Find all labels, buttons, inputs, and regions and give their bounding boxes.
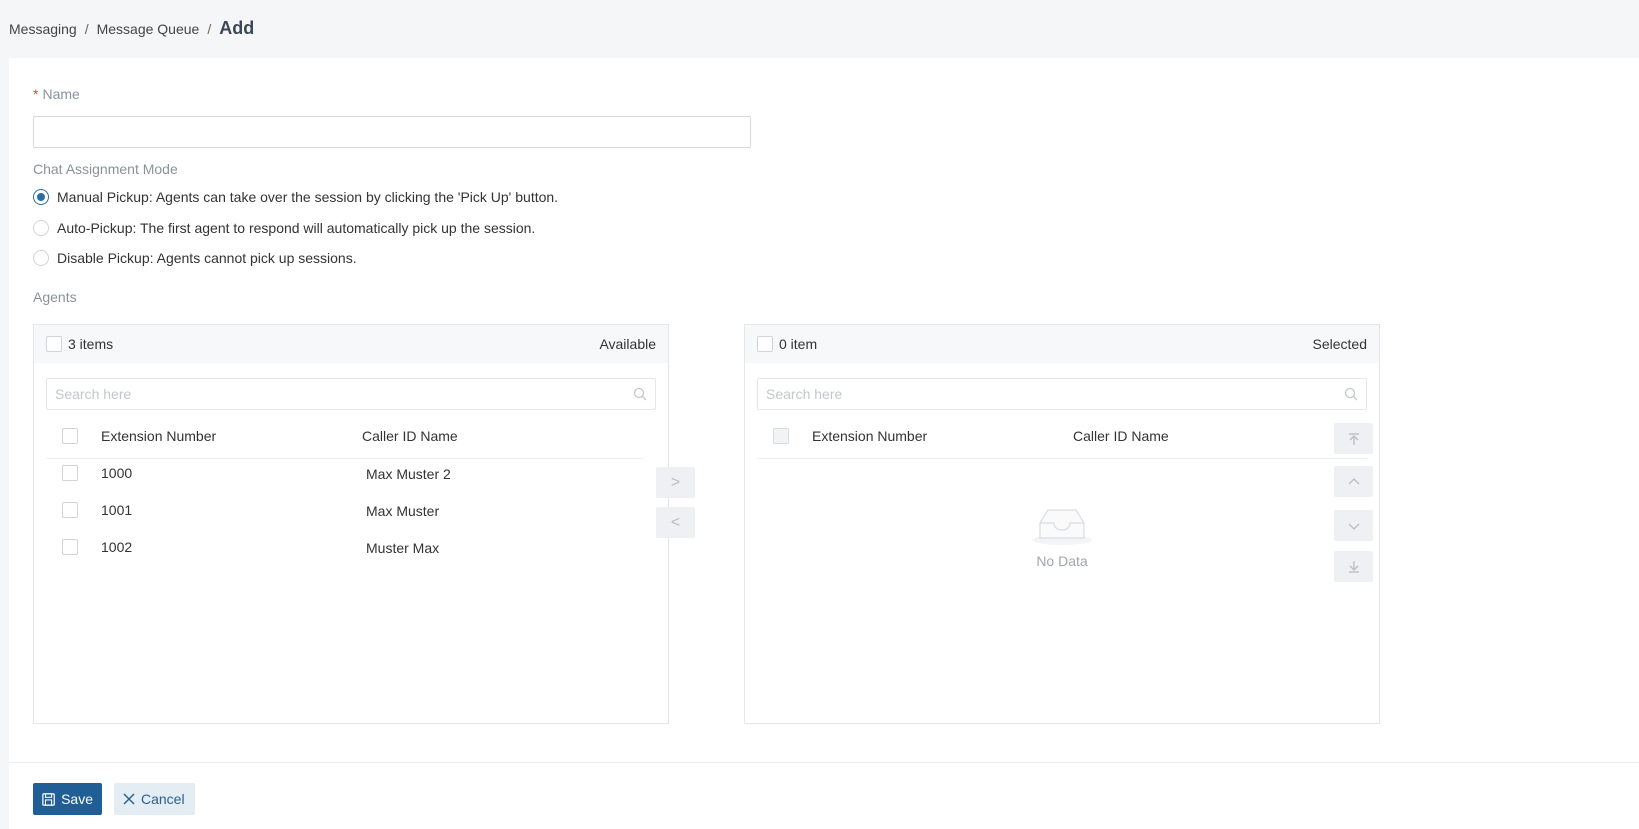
radio-auto-pickup[interactable]: Auto-Pickup: The first agent to respond … bbox=[33, 220, 535, 236]
select-all-selected-checkbox[interactable] bbox=[757, 336, 773, 352]
available-panel: 3 items Available Extension Number Calle… bbox=[33, 324, 669, 724]
move-to-available-button[interactable]: < bbox=[656, 507, 695, 538]
cancel-button[interactable]: Cancel bbox=[114, 783, 195, 815]
radio-label: Disable Pickup: Agents cannot pick up se… bbox=[57, 250, 357, 266]
move-bottom-button[interactable] bbox=[1334, 551, 1373, 582]
name-input[interactable] bbox=[33, 116, 751, 148]
selected-title: Selected bbox=[1312, 336, 1367, 352]
row-extension: 1002 bbox=[101, 539, 133, 555]
move-bottom-icon bbox=[1348, 560, 1359, 573]
move-top-icon bbox=[1348, 432, 1359, 445]
selected-panel-header: 0 item Selected bbox=[745, 325, 1379, 363]
radio-button[interactable] bbox=[33, 220, 49, 236]
empty-inbox-icon bbox=[1032, 509, 1092, 545]
available-title: Available bbox=[599, 336, 656, 352]
available-count: 3 items bbox=[68, 336, 114, 352]
search-icon bbox=[1344, 387, 1358, 401]
column-caller-id-name: Caller ID Name bbox=[362, 428, 458, 444]
page-title: Add bbox=[219, 18, 255, 38]
row-checkbox[interactable] bbox=[62, 502, 78, 518]
row-extension: 1000 bbox=[101, 465, 133, 481]
table-row[interactable]: 1002 Muster Max bbox=[46, 535, 644, 573]
breadcrumb-message-queue[interactable]: Message Queue bbox=[97, 21, 200, 37]
selected-count: 0 item bbox=[779, 336, 818, 352]
move-down-button[interactable] bbox=[1334, 510, 1373, 541]
breadcrumb-separator: / bbox=[207, 21, 212, 37]
radio-label: Auto-Pickup: The first agent to respond … bbox=[57, 220, 536, 236]
name-label: * Name bbox=[33, 86, 80, 102]
column-extension-number: Extension Number bbox=[101, 428, 217, 444]
move-to-selected-button[interactable]: > bbox=[656, 467, 695, 498]
row-caller-id-name: Muster Max bbox=[366, 540, 440, 556]
table-row[interactable]: 1001 Max Muster bbox=[46, 498, 644, 536]
form-card: * Name Chat Assignment Mode Manual Pickup… bbox=[9, 58, 1639, 829]
required-mark: * bbox=[33, 86, 39, 102]
selected-table-header: Extension Number Caller ID Name bbox=[757, 425, 1367, 459]
agents-label: Agents bbox=[33, 289, 77, 305]
move-down-icon bbox=[1348, 523, 1359, 530]
empty-state: No Data bbox=[745, 505, 1379, 569]
radio-button-checked[interactable] bbox=[33, 189, 49, 205]
selected-panel: 0 item Selected Extension Number Caller … bbox=[744, 324, 1380, 724]
radio-label: Manual Pickup: Agents can take over the … bbox=[57, 189, 559, 205]
radio-manual-pickup[interactable]: Manual Pickup: Agents can take over the … bbox=[33, 189, 558, 205]
breadcrumb-separator: / bbox=[84, 21, 89, 37]
breadcrumb: Messaging / Message Queue / Add bbox=[9, 18, 254, 39]
available-search-box bbox=[46, 378, 656, 410]
selected-search-box bbox=[757, 378, 1367, 410]
row-checkbox[interactable] bbox=[62, 465, 78, 481]
empty-text: No Data bbox=[1036, 553, 1088, 569]
row-caller-id-name: Max Muster 2 bbox=[366, 466, 451, 482]
save-label: Save bbox=[61, 791, 93, 807]
save-button[interactable]: Save bbox=[33, 783, 102, 815]
radio-button[interactable] bbox=[33, 250, 49, 266]
available-panel-header: 3 items Available bbox=[34, 325, 668, 363]
table-select-all-checkbox[interactable] bbox=[62, 428, 78, 444]
row-checkbox[interactable] bbox=[62, 539, 78, 555]
save-icon bbox=[42, 792, 55, 806]
radio-disable-pickup[interactable]: Disable Pickup: Agents cannot pick up se… bbox=[33, 250, 357, 266]
column-extension-number: Extension Number bbox=[812, 428, 928, 444]
chat-assignment-mode-label: Chat Assignment Mode bbox=[33, 161, 178, 177]
available-table-header: Extension Number Caller ID Name bbox=[46, 425, 644, 459]
search-icon bbox=[633, 387, 647, 401]
move-top-button[interactable] bbox=[1334, 423, 1373, 454]
move-up-icon bbox=[1348, 477, 1359, 484]
table-row[interactable]: 1000 Max Muster 2 bbox=[46, 461, 644, 499]
breadcrumb-messaging[interactable]: Messaging bbox=[9, 21, 77, 37]
row-caller-id-name: Max Muster bbox=[366, 503, 440, 519]
table-select-all-checkbox bbox=[773, 428, 789, 444]
column-caller-id-name: Caller ID Name bbox=[1073, 428, 1169, 444]
cancel-label: Cancel bbox=[141, 791, 185, 807]
close-icon bbox=[123, 793, 135, 805]
move-up-button[interactable] bbox=[1334, 466, 1373, 497]
selected-search-input[interactable] bbox=[766, 386, 1344, 402]
select-all-available-checkbox[interactable] bbox=[46, 336, 62, 352]
row-extension: 1001 bbox=[101, 502, 133, 518]
footer-divider bbox=[9, 762, 1639, 763]
available-search-input[interactable] bbox=[55, 386, 633, 402]
